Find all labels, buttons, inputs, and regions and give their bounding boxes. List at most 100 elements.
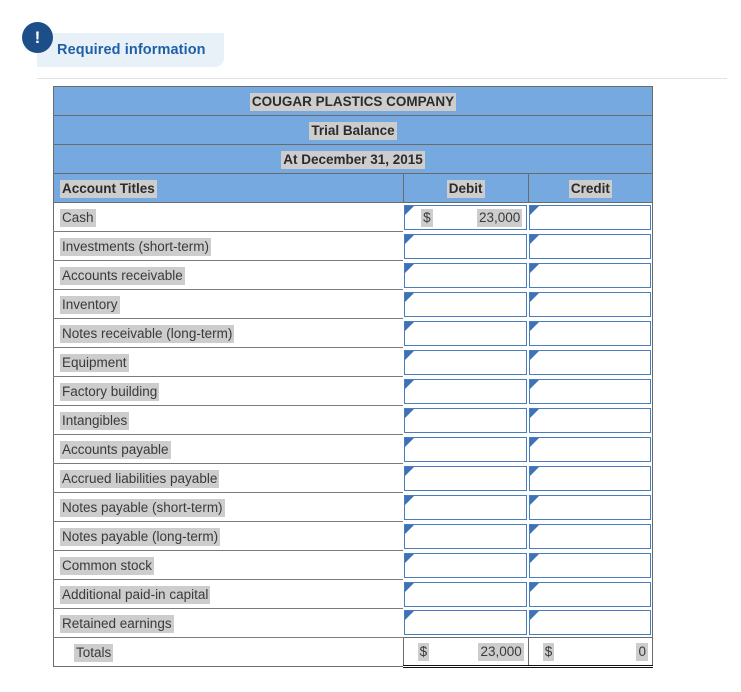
required-information-banner: ! Required information <box>0 0 741 72</box>
debit-input[interactable] <box>404 494 528 520</box>
credit-input[interactable] <box>529 465 651 491</box>
credit-input[interactable] <box>529 320 651 346</box>
totals-debit-cell: $23,000 <box>402 637 529 668</box>
table-row: Notes receivable (long-term) <box>53 318 653 348</box>
credit-cell <box>528 202 653 232</box>
debit-cell <box>403 231 529 261</box>
table-row: Investments (short-term) <box>53 231 653 261</box>
debit-cell <box>403 405 529 435</box>
credit-cell <box>528 289 653 319</box>
debit-cell <box>403 492 529 522</box>
column-header-credit: Credit <box>527 173 653 203</box>
debit-input[interactable] <box>404 552 528 578</box>
debit-cell: $23,000 <box>403 202 529 232</box>
credit-input[interactable] <box>529 436 651 462</box>
credit-cell <box>528 347 653 377</box>
totals-row: Totals $23,000 $0 <box>53 637 653 668</box>
credit-input[interactable] <box>529 291 651 317</box>
debit-cell <box>403 260 529 290</box>
trial-balance-table-wrapper: COUGAR PLASTICS COMPANY Trial Balance At D… <box>53 86 653 668</box>
debit-input[interactable] <box>404 407 528 433</box>
account-title-cell: Additional paid-in capital <box>53 579 404 609</box>
credit-input[interactable] <box>529 610 651 636</box>
account-title-cell: Accounts payable <box>53 434 404 464</box>
debit-input[interactable] <box>404 610 528 636</box>
credit-cell <box>528 405 653 435</box>
table-row: Equipment <box>53 347 653 377</box>
account-title-cell: Factory building <box>53 376 404 406</box>
table-title-row: Trial Balance <box>53 115 653 145</box>
credit-cell <box>528 521 653 551</box>
debit-input[interactable] <box>404 291 528 317</box>
account-title-cell: Notes payable (short-term) <box>53 492 404 522</box>
credit-input[interactable] <box>529 349 651 375</box>
table-row: Inventory <box>53 289 653 319</box>
credit-input[interactable] <box>529 552 651 578</box>
debit-input[interactable] <box>404 523 528 549</box>
table-row: Additional paid-in capital <box>53 579 653 609</box>
credit-input[interactable] <box>529 494 651 520</box>
account-title-cell: Investments (short-term) <box>53 231 404 261</box>
credit-cell <box>528 579 653 609</box>
credit-cell <box>528 231 653 261</box>
account-title-cell: Notes payable (long-term) <box>53 521 404 551</box>
debit-input[interactable] <box>404 262 528 288</box>
debit-cell <box>403 608 529 638</box>
credit-cell <box>528 260 653 290</box>
banner-pill: Required information <box>37 33 224 67</box>
debit-input[interactable] <box>404 349 528 375</box>
table-title-line: COUGAR PLASTICS COMPANY <box>53 86 653 116</box>
debit-input[interactable] <box>404 465 528 491</box>
debit-input[interactable] <box>404 378 528 404</box>
table-title-row: COUGAR PLASTICS COMPANY <box>53 86 653 116</box>
table-row: Retained earnings <box>53 608 653 638</box>
account-title-cell: Inventory <box>53 289 404 319</box>
credit-input[interactable] <box>529 407 651 433</box>
table-column-header-row: Account Titles Debit Credit <box>53 173 653 203</box>
credit-cell <box>528 550 653 580</box>
debit-input[interactable] <box>404 320 528 346</box>
table-title-row: At December 31, 2015 <box>53 144 653 174</box>
debit-cell <box>403 289 529 319</box>
account-title-cell: Intangibles <box>53 405 404 435</box>
account-title-cell: Cash <box>53 202 404 232</box>
table-row: Notes payable (short-term) <box>53 492 653 522</box>
credit-cell <box>528 463 653 493</box>
debit-input[interactable]: $23,000 <box>404 204 528 230</box>
credit-input[interactable] <box>529 233 651 259</box>
account-title-cell: Notes receivable (long-term) <box>53 318 404 348</box>
table-row: Notes payable (long-term) <box>53 521 653 551</box>
section-divider <box>37 78 727 79</box>
table-row: Factory building <box>53 376 653 406</box>
trial-balance-table: COUGAR PLASTICS COMPANY Trial Balance At D… <box>53 86 653 668</box>
credit-input[interactable] <box>529 378 651 404</box>
column-header-debit: Debit <box>402 173 529 203</box>
credit-cell <box>528 318 653 348</box>
exclamation-glyph: ! <box>34 27 41 47</box>
account-title-cell: Accrued liabilities payable <box>53 463 404 493</box>
table-title-line: Trial Balance <box>53 115 653 145</box>
table-row: Accrued liabilities payable <box>53 463 653 493</box>
account-title-cell: Common stock <box>53 550 404 580</box>
credit-input[interactable] <box>529 523 651 549</box>
debit-cell <box>403 347 529 377</box>
debit-input[interactable] <box>404 233 528 259</box>
account-title-cell: Equipment <box>53 347 404 377</box>
banner-label: Required information <box>57 42 206 58</box>
debit-input[interactable] <box>404 581 528 607</box>
credit-cell <box>528 492 653 522</box>
totals-credit-value: $0 <box>542 643 648 661</box>
credit-cell <box>528 376 653 406</box>
debit-cell <box>403 318 529 348</box>
credit-input[interactable] <box>529 262 651 288</box>
table-row: Accounts receivable <box>53 260 653 290</box>
table-row: Common stock <box>53 550 653 580</box>
credit-input[interactable] <box>529 581 651 607</box>
column-header-account-titles: Account Titles <box>53 173 404 203</box>
credit-input[interactable] <box>529 204 651 230</box>
table-title-line: At December 31, 2015 <box>53 144 653 174</box>
table-row: Accounts payable <box>53 434 653 464</box>
debit-cell <box>403 521 529 551</box>
debit-cell <box>403 376 529 406</box>
debit-input[interactable] <box>404 436 528 462</box>
